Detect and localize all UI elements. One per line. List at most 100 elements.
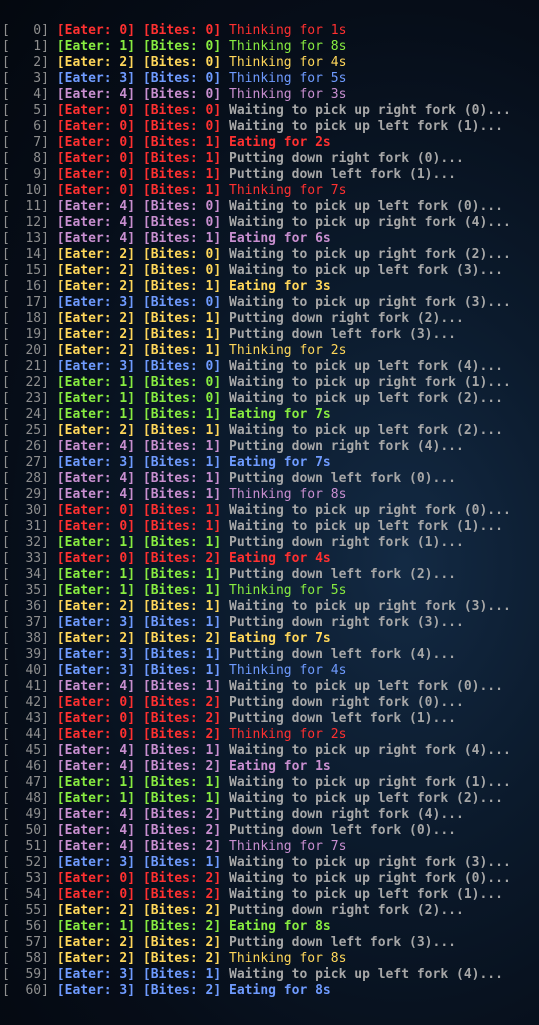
line-index: [ 58]	[2, 951, 49, 966]
log-message: Waiting to pick up right fork (1)...	[229, 375, 511, 390]
log-line: [ 51] [Eater: 4] [Bites: 2] Thinking for…	[2, 839, 511, 855]
eater-tag: [Eater: 4]	[56, 759, 136, 774]
eater-tag: [Eater: 1]	[56, 535, 136, 550]
bites-tag: [Bites: 2]	[142, 551, 222, 566]
log-output: [ 0] [Eater: 0] [Bites: 0] Thinking for …	[2, 23, 511, 999]
line-index: [ 56]	[2, 919, 49, 934]
log-message: Waiting to pick up left fork (2)...	[229, 423, 503, 438]
line-index: [ 18]	[2, 311, 49, 326]
bites-tag: [Bites: 1]	[142, 791, 222, 806]
log-message: Putting down left fork (0)...	[229, 823, 456, 838]
bites-tag: [Bites: 0]	[142, 103, 222, 118]
log-line: [ 21] [Eater: 3] [Bites: 0] Waiting to p…	[2, 359, 511, 375]
log-message: Waiting to pick up left fork (4)...	[229, 967, 503, 982]
log-line: [ 32] [Eater: 1] [Bites: 1] Putting down…	[2, 535, 511, 551]
log-line: [ 4] [Eater: 4] [Bites: 0] Thinking for …	[2, 87, 511, 103]
bites-tag: [Bites: 1]	[142, 135, 222, 150]
line-index: [ 22]	[2, 375, 49, 390]
bites-tag: [Bites: 1]	[142, 439, 222, 454]
log-line: [ 24] [Eater: 1] [Bites: 1] Eating for 7…	[2, 407, 511, 423]
log-line: [ 14] [Eater: 2] [Bites: 0] Waiting to p…	[2, 247, 511, 263]
log-line: [ 33] [Eater: 0] [Bites: 2] Eating for 4…	[2, 551, 511, 567]
log-message: Eating for 2s	[229, 135, 331, 150]
log-message: Waiting to pick up right fork (0)...	[229, 103, 511, 118]
log-line: [ 58] [Eater: 2] [Bites: 2] Thinking for…	[2, 951, 511, 967]
eater-tag: [Eater: 0]	[56, 871, 136, 886]
log-message: Waiting to pick up right fork (4)...	[229, 215, 511, 230]
log-message: Thinking for 2s	[229, 727, 347, 742]
log-line: [ 45] [Eater: 4] [Bites: 1] Waiting to p…	[2, 743, 511, 759]
log-message: Putting down left fork (2)...	[229, 567, 456, 582]
line-index: [ 11]	[2, 199, 49, 214]
eater-tag: [Eater: 0]	[56, 727, 136, 742]
line-index: [ 8]	[2, 151, 49, 166]
eater-tag: [Eater: 4]	[56, 439, 136, 454]
eater-tag: [Eater: 0]	[56, 103, 136, 118]
log-line: [ 2] [Eater: 2] [Bites: 0] Thinking for …	[2, 55, 511, 71]
eater-tag: [Eater: 4]	[56, 743, 136, 758]
eater-tag: [Eater: 4]	[56, 215, 136, 230]
line-index: [ 43]	[2, 711, 49, 726]
log-line: [ 59] [Eater: 3] [Bites: 1] Waiting to p…	[2, 967, 511, 983]
log-message: Thinking for 2s	[229, 343, 347, 358]
line-index: [ 55]	[2, 903, 49, 918]
line-index: [ 1]	[2, 39, 49, 54]
eater-tag: [Eater: 0]	[56, 119, 136, 134]
line-index: [ 44]	[2, 727, 49, 742]
log-message: Thinking for 7s	[229, 839, 347, 854]
bites-tag: [Bites: 0]	[142, 215, 222, 230]
bites-tag: [Bites: 2]	[142, 887, 222, 902]
log-line: [ 31] [Eater: 0] [Bites: 1] Waiting to p…	[2, 519, 511, 535]
log-message: Eating for 7s	[229, 407, 331, 422]
log-line: [ 35] [Eater: 1] [Bites: 1] Thinking for…	[2, 583, 511, 599]
log-message: Waiting to pick up right fork (1)...	[229, 775, 511, 790]
log-message: Putting down right fork (2)...	[229, 311, 464, 326]
log-line: [ 5] [Eater: 0] [Bites: 0] Waiting to pi…	[2, 103, 511, 119]
eater-tag: [Eater: 1]	[56, 919, 136, 934]
line-index: [ 12]	[2, 215, 49, 230]
log-message: Waiting to pick up left fork (1)...	[229, 119, 503, 134]
log-message: Putting down right fork (4)...	[229, 439, 464, 454]
log-line: [ 28] [Eater: 4] [Bites: 1] Putting down…	[2, 471, 511, 487]
bites-tag: [Bites: 2]	[142, 727, 222, 742]
log-message: Waiting to pick up left fork (0)...	[229, 679, 503, 694]
log-line: [ 41] [Eater: 4] [Bites: 1] Waiting to p…	[2, 679, 511, 695]
eater-tag: [Eater: 1]	[56, 583, 136, 598]
log-line: [ 3] [Eater: 3] [Bites: 0] Thinking for …	[2, 71, 511, 87]
line-index: [ 16]	[2, 279, 49, 294]
bites-tag: [Bites: 1]	[142, 567, 222, 582]
log-line: [ 10] [Eater: 0] [Bites: 1] Thinking for…	[2, 183, 511, 199]
terminal-window[interactable]: [ 0] [Eater: 0] [Bites: 0] Thinking for …	[0, 0, 539, 1025]
bites-tag: [Bites: 1]	[142, 327, 222, 342]
eater-tag: [Eater: 0]	[56, 503, 136, 518]
log-message: Thinking for 5s	[229, 71, 347, 86]
line-index: [ 26]	[2, 439, 49, 454]
log-message: Thinking for 5s	[229, 583, 347, 598]
log-message: Eating for 4s	[229, 551, 331, 566]
line-index: [ 41]	[2, 679, 49, 694]
log-message: Eating for 1s	[229, 759, 331, 774]
log-message: Waiting to pick up right fork (0)...	[229, 503, 511, 518]
line-index: [ 42]	[2, 695, 49, 710]
line-index: [ 60]	[2, 983, 49, 998]
log-message: Waiting to pick up right fork (3)...	[229, 599, 511, 614]
bites-tag: [Bites: 0]	[142, 359, 222, 374]
log-message: Putting down left fork (0)...	[229, 471, 456, 486]
bites-tag: [Bites: 2]	[142, 839, 222, 854]
eater-tag: [Eater: 2]	[56, 631, 136, 646]
log-message: Eating for 6s	[229, 231, 331, 246]
log-line: [ 48] [Eater: 1] [Bites: 1] Waiting to p…	[2, 791, 511, 807]
eater-tag: [Eater: 0]	[56, 695, 136, 710]
line-index: [ 53]	[2, 871, 49, 886]
log-message: Thinking for 3s	[229, 87, 347, 102]
bites-tag: [Bites: 0]	[142, 295, 222, 310]
line-index: [ 59]	[2, 967, 49, 982]
log-message: Eating for 8s	[229, 983, 331, 998]
log-message: Waiting to pick up right fork (0)...	[229, 871, 511, 886]
eater-tag: [Eater: 1]	[56, 775, 136, 790]
line-index: [ 52]	[2, 855, 49, 870]
bites-tag: [Bites: 1]	[142, 151, 222, 166]
bites-tag: [Bites: 1]	[142, 487, 222, 502]
bites-tag: [Bites: 0]	[142, 71, 222, 86]
bites-tag: [Bites: 2]	[142, 631, 222, 646]
